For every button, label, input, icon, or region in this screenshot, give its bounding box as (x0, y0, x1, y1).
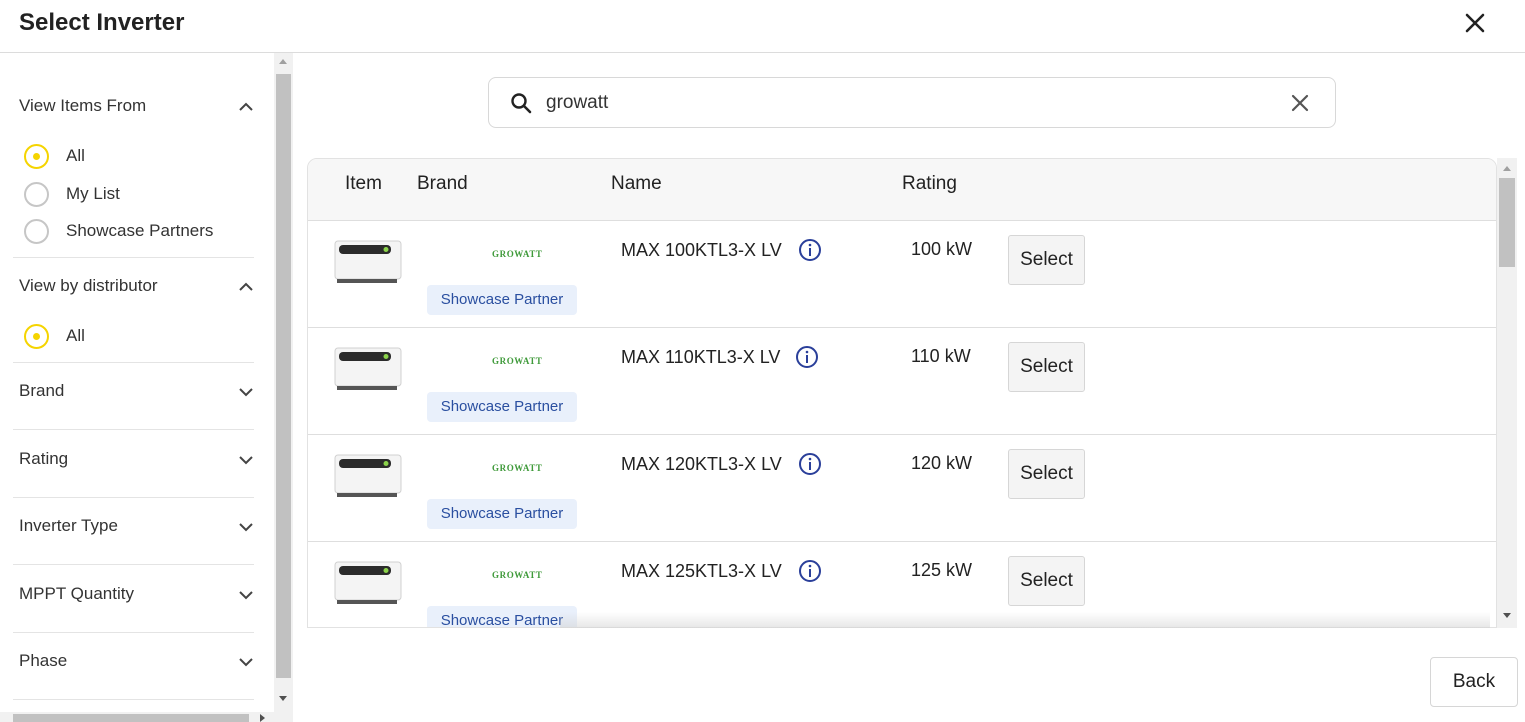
filter-section-label: Inverter Type (19, 516, 118, 535)
clear-search-icon[interactable] (1288, 91, 1312, 115)
filter-view-items-from-header[interactable]: View Items From (19, 96, 259, 120)
divider (13, 699, 254, 700)
scroll-down-arrow-icon[interactable] (279, 696, 287, 701)
search-input[interactable] (546, 90, 1246, 116)
product-rating: 120 kW (911, 453, 973, 473)
chevron-down-icon (239, 523, 253, 532)
select-button[interactable]: Select (1008, 235, 1085, 285)
brand-logo: GROWATT (492, 463, 543, 473)
filter-section-label: Rating (19, 449, 69, 468)
product-rating: 110 kW (911, 346, 971, 366)
radio-label: Showcase Partners (66, 221, 214, 240)
brand-logo: GROWATT (492, 356, 543, 366)
dialog-title: Select Inverter (19, 9, 185, 36)
divider (13, 497, 254, 498)
sidebar-horizontal-scrollbar-thumb[interactable] (13, 714, 249, 722)
product-name: MAX 100KTL3-X LV (621, 240, 782, 260)
radio-button[interactable] (24, 143, 49, 169)
table-row: GROWATT Showcase Partner MAX 120KTL3-X L… (308, 435, 1496, 542)
filter-section-label: View Items From (19, 96, 147, 115)
divider (13, 429, 254, 430)
divider (13, 564, 254, 565)
radio-option-showcase-partners[interactable]: Showcase Partners (24, 218, 213, 244)
column-header-rating: Rating (902, 173, 957, 194)
inverter-table: Item Brand Name Rating GROWATT Showcase … (307, 158, 1497, 628)
radio-label: My List (66, 184, 120, 203)
column-header-brand: Brand (417, 173, 468, 194)
select-button[interactable]: Select (1008, 342, 1085, 392)
divider (13, 632, 254, 633)
filter-sidebar: View Items From All My List Showcase Par… (0, 53, 274, 722)
filter-section-label: View by distributor (19, 276, 158, 295)
scroll-up-arrow-icon[interactable] (1503, 166, 1511, 171)
scroll-up-arrow-icon[interactable] (279, 59, 287, 64)
chevron-down-icon (239, 456, 253, 465)
product-rating: 100 kW (911, 239, 973, 259)
search-box[interactable] (488, 77, 1336, 128)
table-row: GROWATT Showcase Partner MAX 100KTL3-X L… (308, 221, 1496, 328)
inverter-product-image (334, 347, 402, 390)
select-button[interactable]: Select (1008, 449, 1085, 499)
divider (13, 257, 254, 258)
scroll-fade-shadow (560, 612, 1490, 628)
radio-option-my-list[interactable]: My List (24, 181, 120, 207)
radio-option-all[interactable]: All (24, 143, 85, 169)
filter-section-label: MPPT Quantity (19, 584, 134, 603)
info-icon[interactable] (798, 238, 822, 262)
filter-mppt-quantity-header[interactable]: MPPT Quantity (19, 584, 259, 608)
radio-label: All (66, 326, 85, 345)
showcase-partner-badge: Showcase Partner (427, 392, 577, 422)
scroll-right-arrow-icon[interactable] (260, 714, 265, 722)
filter-view-by-distributor-header[interactable]: View by distributor (19, 276, 259, 300)
chevron-down-icon (239, 591, 253, 600)
chevron-up-icon (239, 102, 253, 111)
filter-rating-header[interactable]: Rating (19, 449, 259, 473)
product-name: MAX 125KTL3-X LV (621, 561, 782, 581)
scroll-down-arrow-icon[interactable] (1503, 613, 1511, 618)
showcase-partner-badge: Showcase Partner (427, 606, 577, 627)
product-rating: 125 kW (911, 560, 973, 580)
inverter-product-image (334, 561, 402, 604)
info-icon[interactable] (798, 559, 822, 583)
table-row: GROWATT Showcase Partner MAX 110KTL3-X L… (308, 328, 1496, 435)
select-button[interactable]: Select (1008, 556, 1085, 606)
radio-label: All (66, 146, 85, 165)
back-button[interactable]: Back (1430, 657, 1518, 707)
sidebar-scrollbar-thumb[interactable] (276, 74, 291, 678)
brand-logo: GROWATT (492, 570, 543, 580)
brand-logo: GROWATT (492, 249, 543, 259)
inverter-product-image (334, 240, 402, 283)
inverter-product-image (334, 454, 402, 497)
search-icon (511, 93, 532, 114)
product-name: MAX 120KTL3-X LV (621, 454, 782, 474)
table-header: Item Brand Name Rating (308, 159, 1496, 221)
filter-section-label: Brand (19, 381, 65, 400)
chevron-up-icon (239, 282, 253, 291)
showcase-partner-badge: Showcase Partner (427, 499, 577, 529)
radio-button[interactable] (24, 323, 49, 349)
showcase-partner-badge: Showcase Partner (427, 285, 577, 315)
chevron-down-icon (239, 388, 253, 397)
chevron-down-icon (239, 658, 253, 667)
filter-phase-header[interactable]: Phase (19, 651, 259, 675)
divider (13, 362, 254, 363)
radio-button[interactable] (24, 181, 49, 207)
info-icon[interactable] (798, 452, 822, 476)
radio-button[interactable] (24, 218, 49, 244)
column-header-name: Name (611, 173, 662, 194)
info-icon[interactable] (795, 345, 819, 369)
table-scrollbar-thumb[interactable] (1499, 178, 1515, 267)
radio-option-distributor-all[interactable]: All (24, 323, 85, 349)
filter-inverter-type-header[interactable]: Inverter Type (19, 516, 259, 540)
dialog-header: Select Inverter (0, 0, 1525, 53)
filter-section-label: Phase (19, 651, 68, 670)
filter-brand-header[interactable]: Brand (19, 381, 259, 405)
column-header-item: Item (345, 173, 382, 194)
close-icon[interactable] (1460, 8, 1490, 38)
product-name: MAX 110KTL3-X LV (621, 347, 781, 367)
